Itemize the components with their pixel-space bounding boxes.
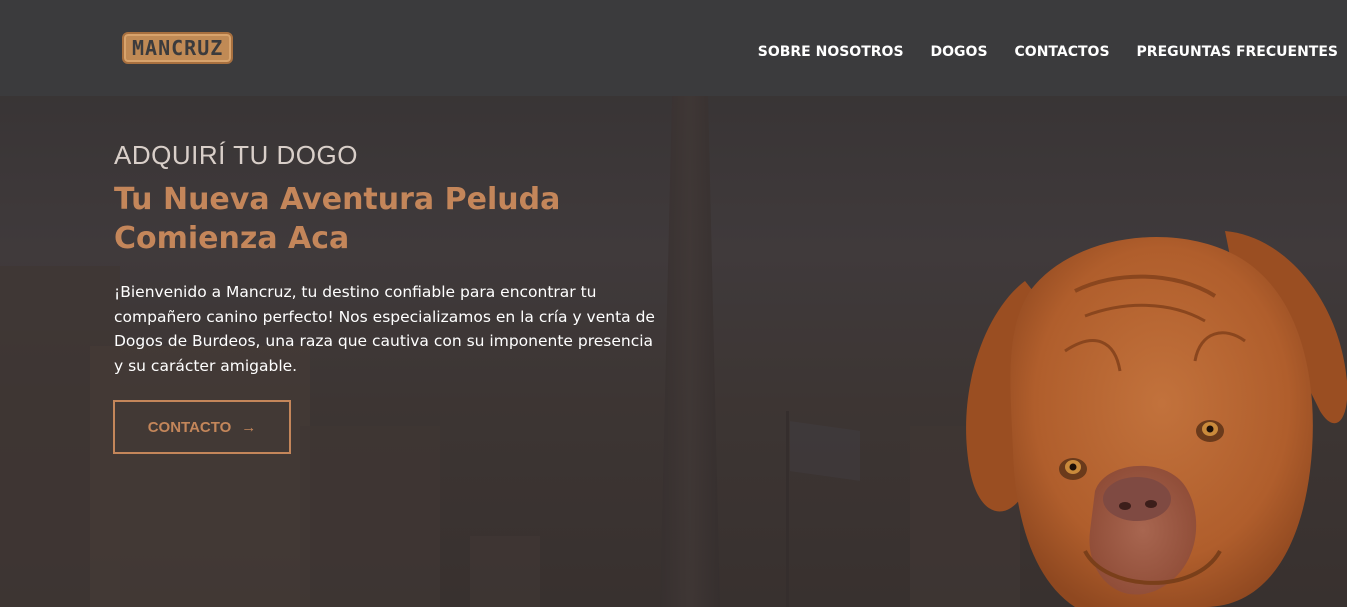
dog-image bbox=[966, 231, 1347, 607]
hero-section: ADQUIRÍ TU DOGO Tu Nueva Aventura Peluda… bbox=[0, 96, 1347, 607]
nav-link-contactos[interactable]: CONTACTOS bbox=[1015, 44, 1110, 60]
main-nav: SOBRE NOSOTROS DOGOS CONTACTOS PREGUNTAS… bbox=[758, 44, 1338, 60]
hero-title-line2: Comienza Aca bbox=[114, 221, 350, 256]
contact-button-label: CONTACTO bbox=[147, 418, 232, 436]
nav-link-dogos[interactable]: DOGOS bbox=[931, 44, 988, 60]
site-header: MANCRUZ SOBRE NOSOTROS DOGOS CONTACTOS P… bbox=[0, 0, 1347, 96]
hero-eyebrow: ADQUIRÍ TU DOGO bbox=[114, 140, 358, 170]
site-logo[interactable]: MANCRUZ bbox=[122, 32, 234, 64]
nav-link-sobre-nosotros[interactable]: SOBRE NOSOTROS bbox=[758, 44, 904, 60]
nav-link-preguntas-frecuentes[interactable]: PREGUNTAS FRECUENTES bbox=[1137, 44, 1338, 60]
hero-description: ¡Bienvenido a Mancruz, tu destino confia… bbox=[114, 283, 655, 375]
hero-title: Tu Nueva Aventura Peluda Comienza Aca bbox=[114, 180, 634, 258]
arrow-right-icon: → bbox=[241, 418, 257, 436]
contact-button[interactable]: CONTACTO → bbox=[113, 400, 291, 454]
logo-text: MANCRUZ bbox=[122, 32, 234, 64]
hero-title-line1: Tu Nueva Aventura Peluda bbox=[114, 182, 561, 217]
